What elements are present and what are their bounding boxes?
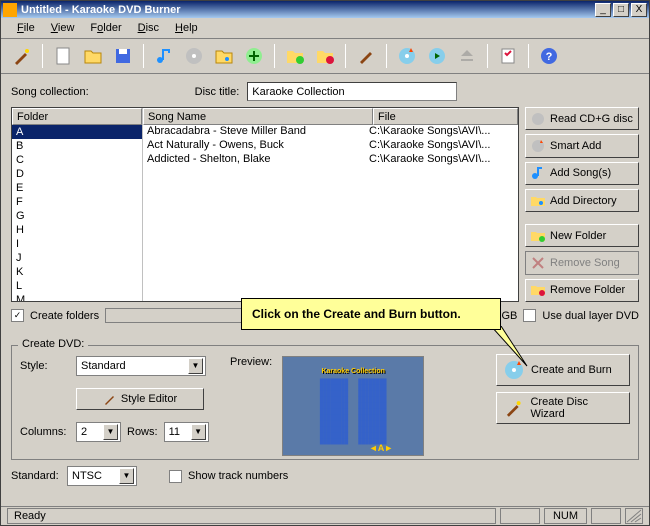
window-title: Untitled - Karaoke DVD Burner — [21, 4, 593, 16]
folder-del-icon[interactable] — [312, 43, 338, 69]
app-icon — [3, 3, 17, 17]
close-button[interactable]: X — [631, 3, 647, 17]
smart-add-icon[interactable] — [241, 43, 267, 69]
standard-label: Standard: — [11, 470, 61, 482]
create-and-burn-button[interactable]: Create and Burn — [496, 354, 630, 386]
style-editor-button[interactable]: Style Editor — [76, 388, 204, 410]
preview-nav-icon: ◄A► — [369, 443, 393, 453]
dual-layer-checkbox[interactable] — [523, 309, 536, 322]
folder-item[interactable]: M — [12, 293, 142, 301]
menu-folder[interactable]: Folder — [82, 20, 129, 36]
svg-text:?: ? — [546, 51, 553, 63]
menu-bar: FFileile View Folder Disc Help — [1, 18, 649, 39]
folder-item[interactable]: I — [12, 237, 142, 251]
folder-item[interactable]: F — [12, 195, 142, 209]
content-area: Song collection: Disc title: Folder ABCD… — [1, 74, 649, 506]
list-area: Folder ABCDEFGHIJKLMNOP Song Name File A… — [11, 107, 519, 302]
sidebar-buttons: Read CD+G disc Smart Add Add Song(s) Add… — [525, 107, 639, 302]
menu-view[interactable]: View — [43, 20, 83, 36]
add-songs-button[interactable]: Add Song(s) — [525, 162, 639, 185]
show-track-label: Show track numbers — [188, 470, 288, 482]
disc-title-input[interactable] — [247, 82, 457, 101]
folder-item[interactable]: G — [12, 209, 142, 223]
style-combo[interactable]: Standard▼ — [76, 356, 206, 376]
folder-item[interactable]: A — [12, 125, 142, 139]
save-icon[interactable] — [110, 43, 136, 69]
columns-combo[interactable]: 2▼ — [76, 422, 121, 442]
song-list[interactable]: Abracadabra - Steve Miller BandC:\Karaok… — [143, 125, 518, 301]
folder-music-icon[interactable] — [211, 43, 237, 69]
create-dvd-label: Create DVD: — [18, 338, 88, 350]
disc-title-label: Disc title: — [195, 86, 240, 98]
minimize-button[interactable]: _ — [595, 3, 611, 17]
cd-read-icon[interactable] — [181, 43, 207, 69]
disc-burn-icon[interactable] — [394, 43, 420, 69]
folder-item[interactable]: K — [12, 265, 142, 279]
resize-grip[interactable] — [625, 508, 643, 524]
toolbar: ? — [1, 39, 649, 74]
maximize-button[interactable]: □ — [613, 3, 629, 17]
folder-new-icon[interactable] — [282, 43, 308, 69]
folder-list[interactable]: ABCDEFGHIJKLMNOP — [12, 125, 142, 301]
callout-tooltip: Click on the Create and Burn button. — [241, 298, 501, 330]
song-collection-label: Song collection: — [11, 86, 89, 98]
create-dvd-group: Create DVD: Style: Standard▼ Style Edito… — [11, 345, 639, 460]
folder-item[interactable]: C — [12, 153, 142, 167]
columns-label: Columns: — [20, 426, 70, 438]
dual-layer-label: Use dual layer DVD — [542, 310, 639, 322]
folder-item[interactable]: D — [12, 167, 142, 181]
menu-help[interactable]: Help — [167, 20, 206, 36]
remove-song-button: Remove Song — [525, 251, 639, 274]
standard-combo[interactable]: NTSC▼ — [67, 466, 137, 486]
add-directory-button[interactable]: Add Directory — [525, 189, 639, 212]
status-cell-1 — [500, 508, 540, 524]
show-track-checkbox[interactable] — [169, 470, 182, 483]
song-row[interactable]: Abracadabra - Steve Miller BandC:\Karaok… — [143, 125, 518, 139]
folder-item[interactable]: B — [12, 139, 142, 153]
create-folders-label: Create folders — [30, 310, 99, 322]
rows-combo[interactable]: 11▼ — [164, 422, 209, 442]
style-label: Style: — [20, 360, 70, 372]
status-ready: Ready — [7, 508, 496, 524]
menu-file[interactable]: FFileile — [9, 20, 43, 36]
songname-header[interactable]: Song Name — [143, 108, 373, 125]
disc-play-icon[interactable] — [424, 43, 450, 69]
song-row[interactable]: Act Naturally - Owens, BuckC:\Karaoke So… — [143, 139, 518, 153]
help-icon[interactable]: ? — [536, 43, 562, 69]
folder-header[interactable]: Folder — [12, 108, 142, 125]
song-column: Song Name File Abracadabra - Steve Mille… — [143, 108, 518, 301]
preview-label: Preview: — [230, 356, 272, 368]
options-icon[interactable] — [495, 43, 521, 69]
folder-item[interactable]: H — [12, 223, 142, 237]
eject-icon[interactable] — [454, 43, 480, 69]
status-num: NUM — [544, 508, 587, 524]
status-bar: Ready NUM — [1, 506, 649, 525]
wizard-icon[interactable] — [9, 43, 35, 69]
folder-item[interactable]: L — [12, 279, 142, 293]
rows-label: Rows: — [127, 426, 158, 438]
music-add-icon[interactable] — [151, 43, 177, 69]
title-bar: Untitled - Karaoke DVD Burner _ □ X — [1, 1, 649, 18]
folder-item[interactable]: E — [12, 181, 142, 195]
preview-panel: Karaoke Collection █████████████████████… — [282, 356, 424, 456]
open-folder-icon[interactable] — [80, 43, 106, 69]
file-header[interactable]: File — [373, 108, 518, 125]
status-cell-2 — [591, 508, 621, 524]
new-doc-icon[interactable] — [50, 43, 76, 69]
new-folder-button[interactable]: New Folder — [525, 224, 639, 247]
folder-column: Folder ABCDEFGHIJKLMNOP — [12, 108, 143, 301]
create-disc-wizard-button[interactable]: Create Disc Wizard — [496, 392, 630, 424]
menu-disc[interactable]: Disc — [130, 20, 167, 36]
app-window: Untitled - Karaoke DVD Burner _ □ X FFil… — [0, 0, 650, 526]
create-folders-checkbox[interactable]: ✓ — [11, 309, 24, 322]
brush-icon[interactable] — [353, 43, 379, 69]
read-cdg-button[interactable]: Read CD+G disc — [525, 107, 639, 130]
folder-item[interactable]: J — [12, 251, 142, 265]
song-row[interactable]: Addicted - Shelton, BlakeC:\Karaoke Song… — [143, 153, 518, 167]
remove-folder-button[interactable]: Remove Folder — [525, 279, 639, 302]
smart-add-button[interactable]: Smart Add — [525, 134, 639, 157]
